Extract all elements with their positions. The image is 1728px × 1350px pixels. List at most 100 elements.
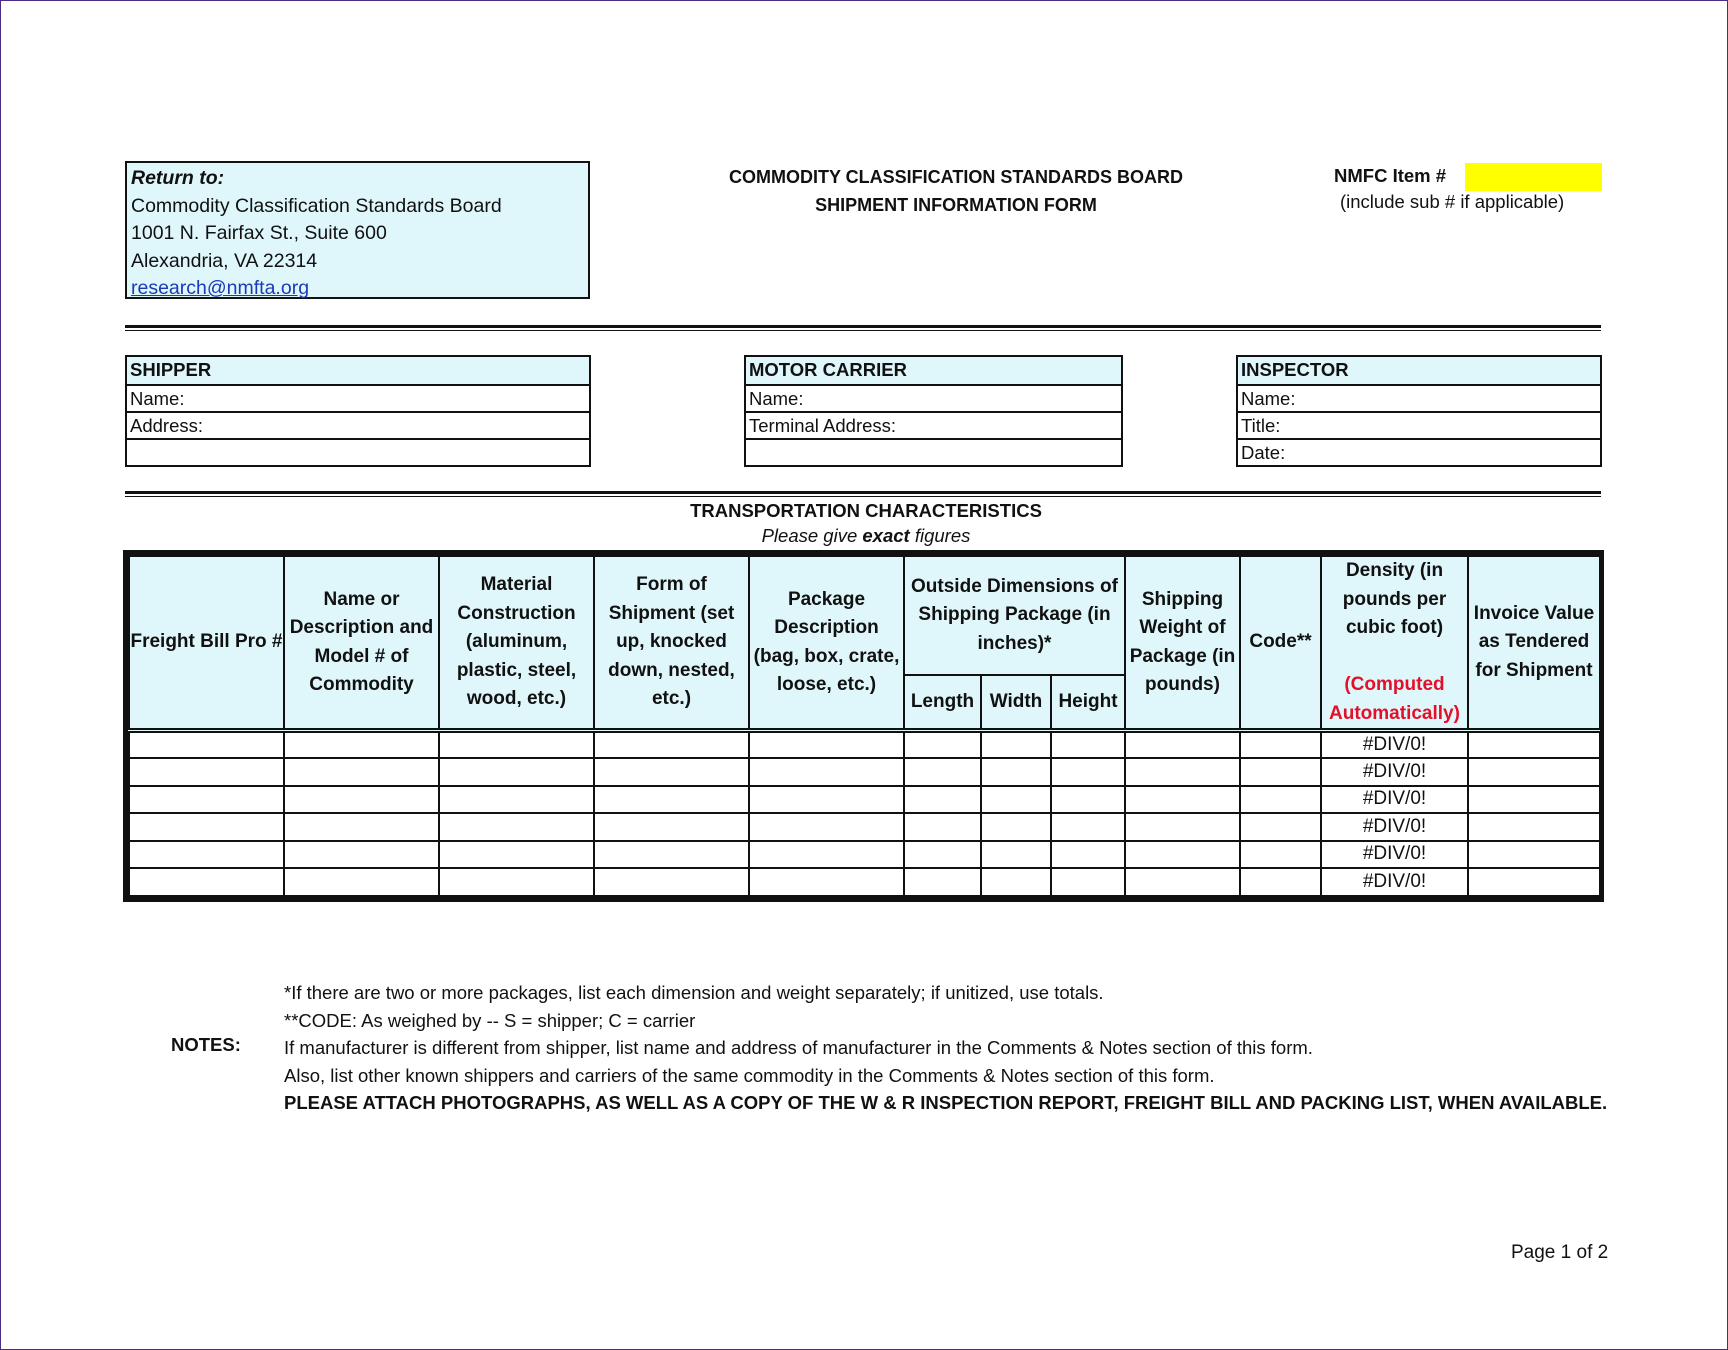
carrier-terminal-address-field[interactable]: Terminal Address: xyxy=(746,411,1121,438)
cell-code[interactable] xyxy=(1239,784,1322,814)
cell-width[interactable] xyxy=(980,812,1052,842)
carrier-address-line2-field[interactable] xyxy=(746,438,1121,465)
table-row: #DIV/0! xyxy=(128,839,1601,869)
cell-freight-bill[interactable] xyxy=(128,839,285,869)
note-line: Also, list other known shippers and carr… xyxy=(284,1064,1215,1086)
cell-density: #DIV/0! xyxy=(1320,784,1469,814)
cell-width[interactable] xyxy=(980,757,1052,787)
cell-package-description[interactable] xyxy=(748,757,905,787)
return-address-box: Return to: Commodity Classification Stan… xyxy=(125,161,590,299)
cell-material[interactable] xyxy=(438,839,595,869)
cell-shipping-weight[interactable] xyxy=(1124,812,1241,842)
cell-form-of-shipment[interactable] xyxy=(593,784,750,814)
cell-package-description[interactable] xyxy=(748,812,905,842)
cell-length[interactable] xyxy=(903,867,982,897)
cell-invoice-value[interactable] xyxy=(1467,812,1601,842)
subtitle-emphasis: exact xyxy=(862,525,910,546)
cell-width[interactable] xyxy=(980,839,1052,869)
nmfc-note: (include sub # if applicable) xyxy=(1340,191,1565,212)
cell-invoice-value[interactable] xyxy=(1467,839,1601,869)
cell-package-description[interactable] xyxy=(748,728,905,759)
density-label: Density (in pounds per cubic foot) xyxy=(1342,560,1447,638)
cell-height[interactable] xyxy=(1050,867,1126,897)
note-line-attach: PLEASE ATTACH PHOTOGRAPHS, AS WELL AS A … xyxy=(284,1092,1608,1113)
col-package-description: Package Description (bag, box, crate, lo… xyxy=(748,555,905,732)
notes-label: NOTES: xyxy=(171,1034,241,1055)
cell-invoice-value[interactable] xyxy=(1467,867,1601,897)
shipper-name-field[interactable]: Name: xyxy=(127,384,589,411)
cell-code[interactable] xyxy=(1239,812,1322,842)
cell-package-description[interactable] xyxy=(748,867,905,897)
inspector-title-field[interactable]: Title: xyxy=(1238,411,1600,438)
cell-width[interactable] xyxy=(980,784,1052,814)
cell-freight-bill[interactable] xyxy=(128,784,285,814)
cell-package-description[interactable] xyxy=(748,784,905,814)
cell-invoice-value[interactable] xyxy=(1467,728,1601,759)
cell-material[interactable] xyxy=(438,867,595,897)
nmfc-item-input[interactable] xyxy=(1465,163,1602,191)
cell-form-of-shipment[interactable] xyxy=(593,867,750,897)
cell-material[interactable] xyxy=(438,784,595,814)
cell-height[interactable] xyxy=(1050,728,1126,759)
cell-shipping-weight[interactable] xyxy=(1124,839,1241,869)
cell-height[interactable] xyxy=(1050,812,1126,842)
shipper-address-field[interactable]: Address: xyxy=(127,411,589,438)
cell-shipping-weight[interactable] xyxy=(1124,757,1241,787)
cell-commodity-name[interactable] xyxy=(283,867,440,897)
cell-material[interactable] xyxy=(438,812,595,842)
cell-density: #DIV/0! xyxy=(1320,867,1469,897)
cell-commodity-name[interactable] xyxy=(283,812,440,842)
cell-length[interactable] xyxy=(903,812,982,842)
return-email-link[interactable]: research@nmfta.org xyxy=(131,277,309,299)
cell-height[interactable] xyxy=(1050,839,1126,869)
cell-shipping-weight[interactable] xyxy=(1124,728,1241,759)
cell-commodity-name[interactable] xyxy=(283,728,440,759)
cell-code[interactable] xyxy=(1239,867,1322,897)
divider-top xyxy=(125,325,1601,331)
col-outside-dimensions: Outside Dimensions of Shipping Package (… xyxy=(903,554,1126,677)
cell-material[interactable] xyxy=(438,728,595,759)
cell-invoice-value[interactable] xyxy=(1467,757,1601,787)
carrier-title: MOTOR CARRIER xyxy=(746,357,1121,384)
cell-form-of-shipment[interactable] xyxy=(593,757,750,787)
cell-freight-bill[interactable] xyxy=(128,757,285,787)
col-form-of-shipment: Form of Shipment (set up, knocked down, … xyxy=(593,555,750,732)
carrier-name-field[interactable]: Name: xyxy=(746,384,1121,411)
cell-length[interactable] xyxy=(903,839,982,869)
inspector-date-field[interactable]: Date: xyxy=(1238,438,1600,465)
cell-form-of-shipment[interactable] xyxy=(593,839,750,869)
cell-commodity-name[interactable] xyxy=(283,757,440,787)
cell-shipping-weight[interactable] xyxy=(1124,784,1241,814)
cell-code[interactable] xyxy=(1239,728,1322,759)
cell-commodity-name[interactable] xyxy=(283,784,440,814)
cell-freight-bill[interactable] xyxy=(128,812,285,842)
cell-freight-bill[interactable] xyxy=(128,867,285,897)
cell-code[interactable] xyxy=(1239,839,1322,869)
cell-form-of-shipment[interactable] xyxy=(593,812,750,842)
cell-length[interactable] xyxy=(903,757,982,787)
col-length: Length xyxy=(903,674,982,732)
cell-density: #DIV/0! xyxy=(1320,839,1469,869)
cell-length[interactable] xyxy=(903,784,982,814)
cell-shipping-weight[interactable] xyxy=(1124,867,1241,897)
inspector-name-field[interactable]: Name: xyxy=(1238,384,1600,411)
cell-length[interactable] xyxy=(903,728,982,759)
cell-width[interactable] xyxy=(980,867,1052,897)
cell-height[interactable] xyxy=(1050,757,1126,787)
return-org: Commodity Classification Standards Board xyxy=(131,194,502,217)
form-title-line1: COMMODITY CLASSIFICATION STANDARDS BOARD xyxy=(729,167,1183,187)
col-material: Material Construction (aluminum, plastic… xyxy=(438,555,595,732)
shipper-address-line2-field[interactable] xyxy=(127,438,589,465)
cell-material[interactable] xyxy=(438,757,595,787)
cell-freight-bill[interactable] xyxy=(128,728,285,759)
form-title: COMMODITY CLASSIFICATION STANDARDS BOARD… xyxy=(681,163,1231,219)
cell-width[interactable] xyxy=(980,728,1052,759)
cell-package-description[interactable] xyxy=(748,839,905,869)
cell-form-of-shipment[interactable] xyxy=(593,728,750,759)
note-line: If manufacturer is different from shippe… xyxy=(284,1037,1313,1058)
col-height: Height xyxy=(1050,674,1126,732)
cell-code[interactable] xyxy=(1239,757,1322,787)
cell-height[interactable] xyxy=(1050,784,1126,814)
cell-commodity-name[interactable] xyxy=(283,839,440,869)
cell-invoice-value[interactable] xyxy=(1467,784,1601,814)
